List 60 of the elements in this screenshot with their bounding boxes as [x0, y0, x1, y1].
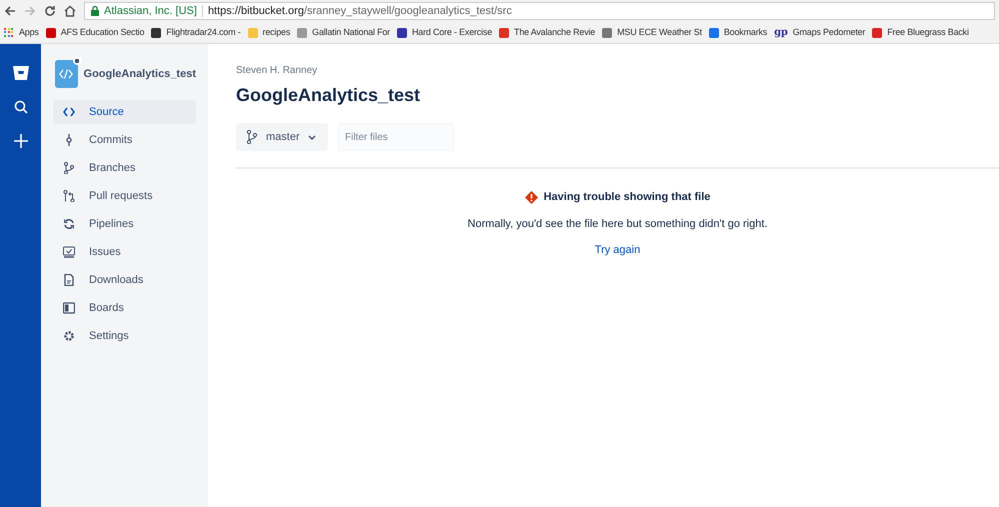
apps-link[interactable]: Apps — [4, 26, 39, 40]
bookmark-link[interactable]: The Avalanche Revie — [499, 26, 596, 40]
bookmark-link[interactable]: Free Bluegrass Backi — [872, 26, 969, 40]
bookmark-link[interactable]: gp Gmaps Pedometer — [774, 25, 866, 40]
favicon-icon — [46, 28, 56, 38]
favicon-icon — [297, 28, 308, 38]
bookmark-link[interactable]: Bookmarks — [708, 26, 768, 40]
sidebar-item[interactable]: Settings — [53, 324, 196, 348]
address-bar[interactable]: Atlassian, Inc. [US] https://bitbucket.org/sranney_staywell/googleanalytics_test/src — [84, 2, 995, 20]
sidebar-item[interactable]: Downloads — [53, 268, 196, 292]
sidebar-item[interactable]: Pipelines — [53, 212, 196, 236]
bitbucket-logo-icon[interactable] — [12, 66, 28, 80]
back-icon[interactable] — [4, 5, 16, 17]
favicon-icon — [872, 28, 882, 38]
url-text: https://bitbucket.org/sranney_staywell/googleanalytics_test/src — [208, 4, 512, 19]
bookmark-link[interactable]: Hard Core - Exercise — [396, 26, 492, 40]
cycle-icon — [63, 218, 75, 230]
filter-files-field[interactable]: Filter files — [338, 123, 454, 151]
home-icon[interactable] — [64, 5, 76, 17]
favicon-icon — [396, 28, 407, 38]
favicon-icon — [151, 28, 162, 38]
favicon-icon — [499, 28, 510, 38]
try-again-link[interactable]: Try again — [594, 242, 640, 258]
favicon-icon — [708, 28, 719, 38]
favicon-icon — [602, 28, 612, 38]
bookmark-link[interactable]: Flightradar24.com - — [151, 26, 241, 40]
pull-request-icon — [63, 190, 75, 202]
error-icon — [524, 190, 538, 204]
owner-name[interactable]: Steven H. Ranney — [236, 63, 318, 78]
bookmark-link[interactable]: recipes — [248, 26, 290, 40]
board-icon — [63, 302, 75, 314]
branch-icon — [63, 162, 75, 174]
search-icon[interactable] — [14, 100, 28, 114]
error-message: Normally, you'd see the file here but something didn't go right. — [468, 216, 768, 232]
chevron-down-icon — [308, 134, 316, 140]
site-identity: Atlassian, Inc. [US] — [104, 4, 197, 19]
monitor-icon — [63, 246, 75, 258]
sidebar-item[interactable]: Source — [53, 100, 196, 124]
code-icon — [63, 106, 75, 118]
bookmark-link[interactable]: MSU ECE Weather St — [602, 26, 702, 40]
bookmark-link[interactable]: Gallatin National For — [297, 26, 390, 40]
sidebar-item[interactable]: Branches — [53, 156, 196, 180]
sidebar-item[interactable]: Commits — [53, 128, 196, 152]
apps-grid-icon — [4, 28, 14, 38]
sidebar-item[interactable]: Issues — [53, 240, 196, 264]
favicon-text: gp — [774, 26, 788, 40]
bookmark-link[interactable]: AFS Education Sectio — [46, 26, 144, 40]
branch-dropdown[interactable]: master — [236, 123, 328, 151]
error-title: Having trouble showing that file — [544, 190, 710, 205]
code-icon — [59, 69, 74, 79]
favicon-icon — [248, 28, 258, 38]
lock-icon — [91, 6, 99, 16]
reload-icon[interactable] — [44, 5, 56, 17]
sidebar-item[interactable]: Pull requests — [53, 184, 196, 208]
sidebar-item[interactable]: Boards — [53, 296, 196, 320]
plus-icon[interactable] — [14, 134, 28, 148]
repo-name[interactable]: GoogleAnalytics_test — [84, 66, 196, 82]
repo-title: GoogleAnalytics_test — [236, 84, 420, 107]
document-icon — [63, 274, 75, 286]
branch-icon — [246, 130, 258, 144]
